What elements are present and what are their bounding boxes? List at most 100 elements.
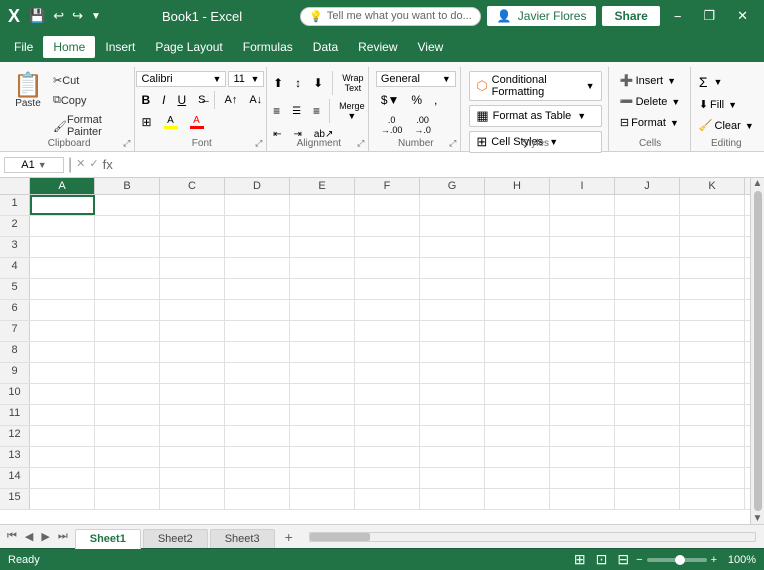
clipboard-expand-icon[interactable]: ⤢ xyxy=(123,138,130,149)
row-number-14[interactable]: 14 xyxy=(0,468,30,488)
cell-E10[interactable] xyxy=(290,384,355,404)
restore-button[interactable]: ❐ xyxy=(695,4,723,28)
customize-qat-button[interactable]: ▼ xyxy=(88,9,104,24)
cell-A9[interactable] xyxy=(30,363,95,383)
cell-F1[interactable] xyxy=(355,195,420,215)
cell-D2[interactable] xyxy=(225,216,290,236)
cell-F9[interactable] xyxy=(355,363,420,383)
cell-K9[interactable] xyxy=(680,363,745,383)
strikethrough-button[interactable]: S̶ xyxy=(193,91,210,109)
cell-E2[interactable] xyxy=(290,216,355,236)
cell-J11[interactable] xyxy=(615,405,680,425)
cell-I3[interactable] xyxy=(550,237,615,257)
cell-I5[interactable] xyxy=(550,279,615,299)
increase-decimal-button[interactable]: .0→.00 xyxy=(376,113,408,137)
cell-I11[interactable] xyxy=(550,405,615,425)
cell-H7[interactable] xyxy=(485,321,550,341)
cell-G9[interactable] xyxy=(420,363,485,383)
page-layout-view-button[interactable]: ⊡ xyxy=(593,550,611,569)
align-right-button[interactable]: ≡ xyxy=(308,99,325,123)
add-sheet-button[interactable]: + xyxy=(277,526,301,548)
copy-button[interactable]: ⧉ Copy xyxy=(48,91,128,110)
bold-button[interactable]: B xyxy=(136,91,155,109)
cell-F2[interactable] xyxy=(355,216,420,236)
row-number-7[interactable]: 7 xyxy=(0,321,30,341)
cell-E7[interactable] xyxy=(290,321,355,341)
cell-F15[interactable] xyxy=(355,489,420,509)
cell-H15[interactable] xyxy=(485,489,550,509)
menu-page-layout[interactable]: Page Layout xyxy=(145,36,232,58)
cell-C15[interactable] xyxy=(160,489,225,509)
sheet-nav-last[interactable]: ⏭ xyxy=(55,528,71,545)
cell-B12[interactable] xyxy=(95,426,160,446)
cell-A14[interactable] xyxy=(30,468,95,488)
cell-I10[interactable] xyxy=(550,384,615,404)
row-number-12[interactable]: 12 xyxy=(0,426,30,446)
cell-B13[interactable] xyxy=(95,447,160,467)
cell-A15[interactable] xyxy=(30,489,95,509)
zoom-out-button[interactable]: − xyxy=(636,554,642,566)
menu-review[interactable]: Review xyxy=(348,36,407,58)
formula-input[interactable] xyxy=(117,159,760,171)
cell-K3[interactable] xyxy=(680,237,745,257)
cell-C7[interactable] xyxy=(160,321,225,341)
row-number-5[interactable]: 5 xyxy=(0,279,30,299)
scroll-thumb-v[interactable] xyxy=(754,191,762,511)
format-as-table-button[interactable]: ▦ Format as Table ▼ xyxy=(469,105,601,127)
cell-D12[interactable] xyxy=(225,426,290,446)
cell-F11[interactable] xyxy=(355,405,420,425)
name-box[interactable]: A1 ▼ xyxy=(4,157,64,173)
cell-A12[interactable] xyxy=(30,426,95,446)
cell-F14[interactable] xyxy=(355,468,420,488)
cell-G1[interactable] xyxy=(420,195,485,215)
cell-G10[interactable] xyxy=(420,384,485,404)
cell-K6[interactable] xyxy=(680,300,745,320)
cell-E6[interactable] xyxy=(290,300,355,320)
row-number-13[interactable]: 13 xyxy=(0,447,30,467)
cell-J10[interactable] xyxy=(615,384,680,404)
row-number-10[interactable]: 10 xyxy=(0,384,30,404)
cell-A7[interactable] xyxy=(30,321,95,341)
cell-J14[interactable] xyxy=(615,468,680,488)
cell-A10[interactable] xyxy=(30,384,95,404)
align-left-button[interactable]: ≡ xyxy=(268,99,285,123)
cell-F10[interactable] xyxy=(355,384,420,404)
cell-F5[interactable] xyxy=(355,279,420,299)
cell-C10[interactable] xyxy=(160,384,225,404)
cell-K8[interactable] xyxy=(680,342,745,362)
number-format-selector[interactable]: General ▼ xyxy=(376,71,456,87)
autosum-button[interactable]: Σ ▼ xyxy=(694,71,728,93)
cell-K15[interactable] xyxy=(680,489,745,509)
cell-H3[interactable] xyxy=(485,237,550,257)
align-middle-button[interactable]: ↕ xyxy=(290,71,306,95)
sheet-nav-next[interactable]: ▶ xyxy=(38,528,52,545)
cell-B7[interactable] xyxy=(95,321,160,341)
cell-E5[interactable] xyxy=(290,279,355,299)
cell-C4[interactable] xyxy=(160,258,225,278)
cell-I9[interactable] xyxy=(550,363,615,383)
cell-D15[interactable] xyxy=(225,489,290,509)
row-number-3[interactable]: 3 xyxy=(0,237,30,257)
cell-F7[interactable] xyxy=(355,321,420,341)
cell-K11[interactable] xyxy=(680,405,745,425)
cut-button[interactable]: ✂ Cut xyxy=(48,71,128,90)
cell-I15[interactable] xyxy=(550,489,615,509)
merge-center-button[interactable]: Merge▼ xyxy=(334,99,370,123)
fill-button[interactable]: ⬇ Fill ▼ xyxy=(694,95,742,114)
cell-C1[interactable] xyxy=(160,195,225,215)
decrease-font-button[interactable]: A↓ xyxy=(244,91,267,109)
italic-button[interactable]: I xyxy=(157,91,170,109)
menu-file[interactable]: File xyxy=(4,36,43,58)
cell-F6[interactable] xyxy=(355,300,420,320)
undo-button[interactable]: ↩ xyxy=(50,6,67,26)
cell-C11[interactable] xyxy=(160,405,225,425)
column-header-D[interactable]: D xyxy=(225,178,290,194)
cell-J2[interactable] xyxy=(615,216,680,236)
cell-D6[interactable] xyxy=(225,300,290,320)
cell-C12[interactable] xyxy=(160,426,225,446)
cell-H2[interactable] xyxy=(485,216,550,236)
cell-I4[interactable] xyxy=(550,258,615,278)
cell-G7[interactable] xyxy=(420,321,485,341)
cell-E9[interactable] xyxy=(290,363,355,383)
format-painter-button[interactable]: 🖌 Format Painter xyxy=(48,111,128,141)
